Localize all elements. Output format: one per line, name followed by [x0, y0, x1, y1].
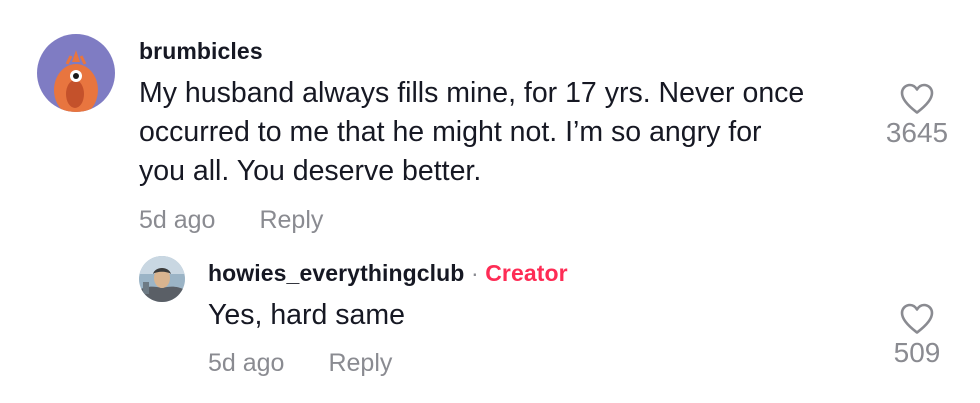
reply-button[interactable]: Reply	[259, 206, 323, 234]
reply-timestamp: 5d ago	[208, 349, 285, 377]
comment-meta: 5d ago Reply	[139, 206, 323, 235]
like-count: 3645	[885, 117, 949, 148]
avatar-image	[37, 34, 115, 112]
like-button[interactable]: 3645	[872, 82, 962, 149]
like-count: 509	[893, 337, 941, 368]
heart-outline-icon	[900, 303, 934, 334]
comment-username[interactable]: brumbicles	[139, 38, 263, 65]
avatar[interactable]	[139, 256, 185, 302]
avatar-image	[139, 256, 185, 302]
separator-dot: ·	[470, 260, 479, 286]
reply-meta: 5d ago Reply	[208, 349, 392, 378]
creator-badge: Creator	[485, 260, 568, 286]
reply-text: Yes, hard same	[208, 299, 405, 331]
avatar[interactable]	[37, 34, 115, 112]
like-button[interactable]: 509	[872, 302, 962, 369]
comment-timestamp: 5d ago	[139, 206, 216, 234]
reply-button[interactable]: Reply	[328, 349, 392, 377]
heart-outline-icon	[900, 83, 934, 114]
reply-username-line: howies_everythingclub · Creator	[208, 260, 568, 287]
comment-text: My husband always fills mine, for 17 yrs…	[139, 77, 805, 187]
reply-username[interactable]: howies_everythingclub	[208, 260, 464, 286]
